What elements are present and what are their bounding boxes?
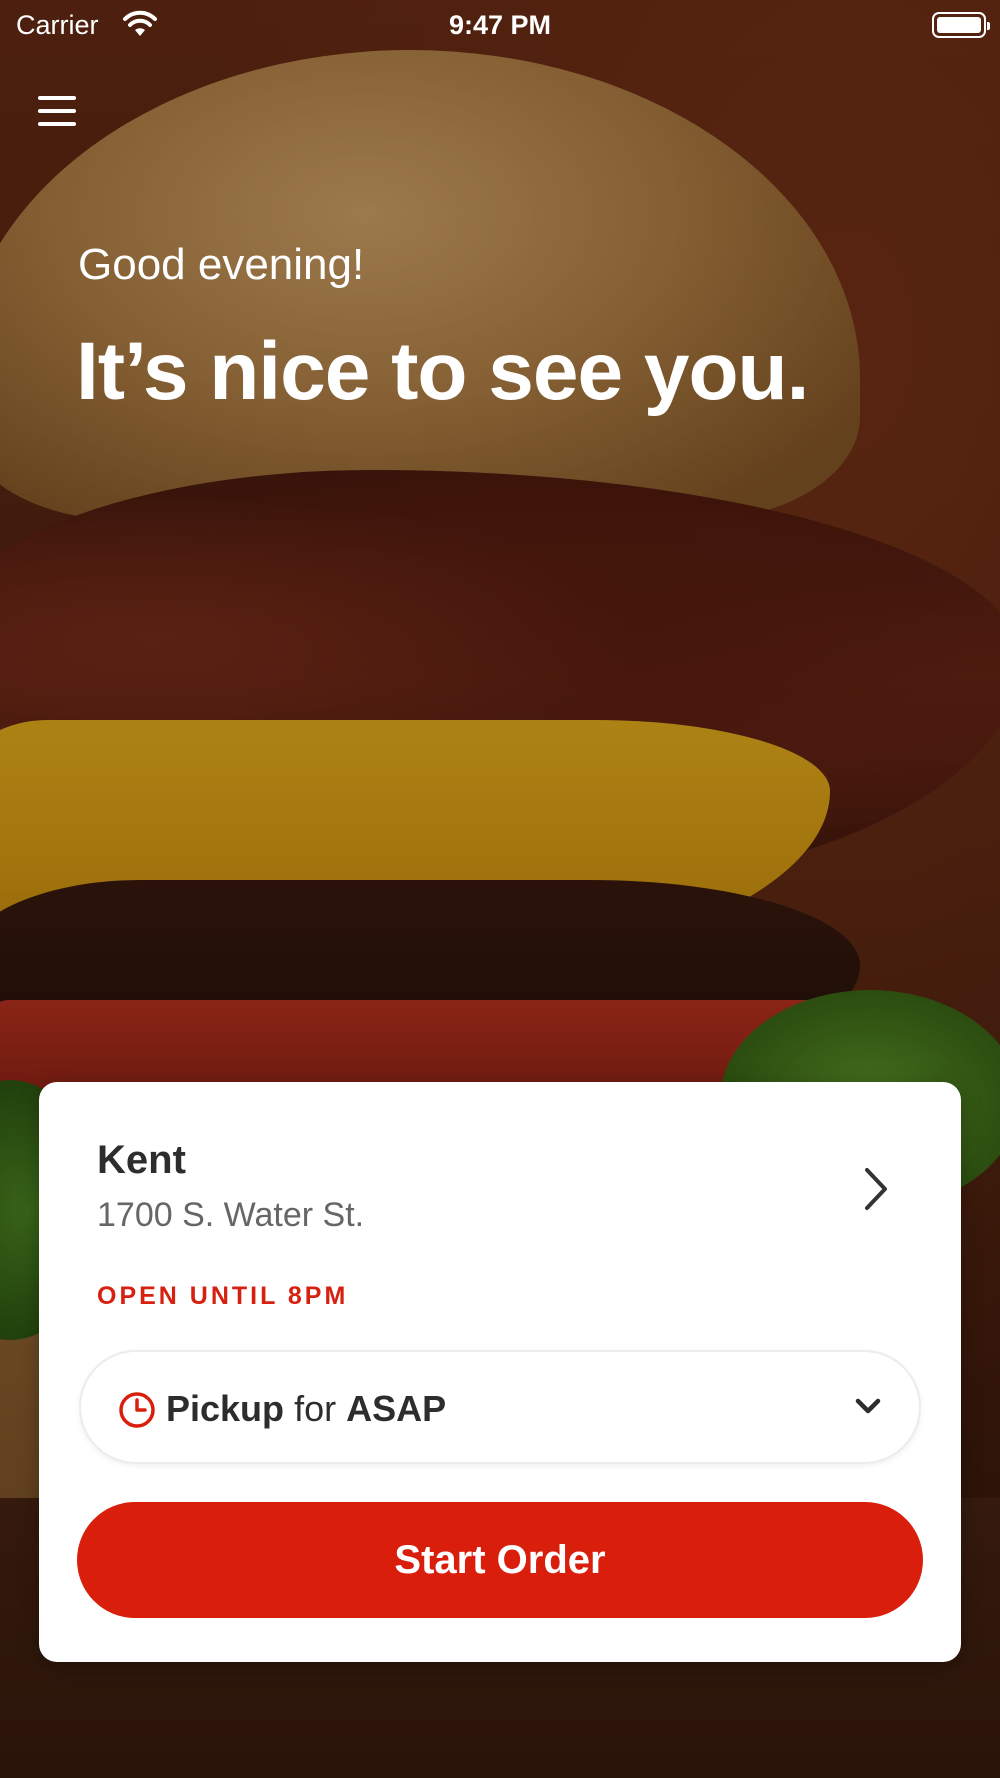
clock-time: 9:47 PM	[448, 10, 552, 40]
order-connector: for	[294, 1388, 337, 1429]
clock-icon	[119, 1392, 155, 1428]
greeting-headline: It’s nice to see you.	[76, 326, 809, 417]
greeting-subtitle: Good evening!	[78, 240, 365, 289]
chevron-down-icon	[855, 1398, 881, 1414]
order-type-dropdown[interactable]: Pickup for ASAP	[79, 1350, 921, 1464]
store-selector[interactable]: Kent 1700 S. Water St.	[97, 1138, 921, 1248]
store-address: 1700 S. Water St.	[97, 1196, 365, 1234]
order-method: Pickup	[166, 1388, 285, 1429]
hamburger-menu-icon[interactable]	[36, 92, 80, 132]
battery-icon	[932, 12, 990, 38]
store-hours: OPEN UNTIL 8PM	[97, 1282, 349, 1310]
order-time: ASAP	[346, 1388, 447, 1429]
order-type-label: Pickup for ASAP	[166, 1388, 446, 1430]
store-name: Kent	[97, 1138, 186, 1182]
app-screen: Carrier 9:47 PM Good evening! It’s nice …	[0, 0, 1000, 1778]
location-card: Kent 1700 S. Water St. OPEN UNTIL 8PM Pi…	[39, 1082, 961, 1662]
status-bar: Carrier 9:47 PM	[0, 0, 1000, 50]
chevron-right-icon	[865, 1168, 887, 1210]
start-order-button[interactable]: Start Order	[77, 1502, 923, 1618]
